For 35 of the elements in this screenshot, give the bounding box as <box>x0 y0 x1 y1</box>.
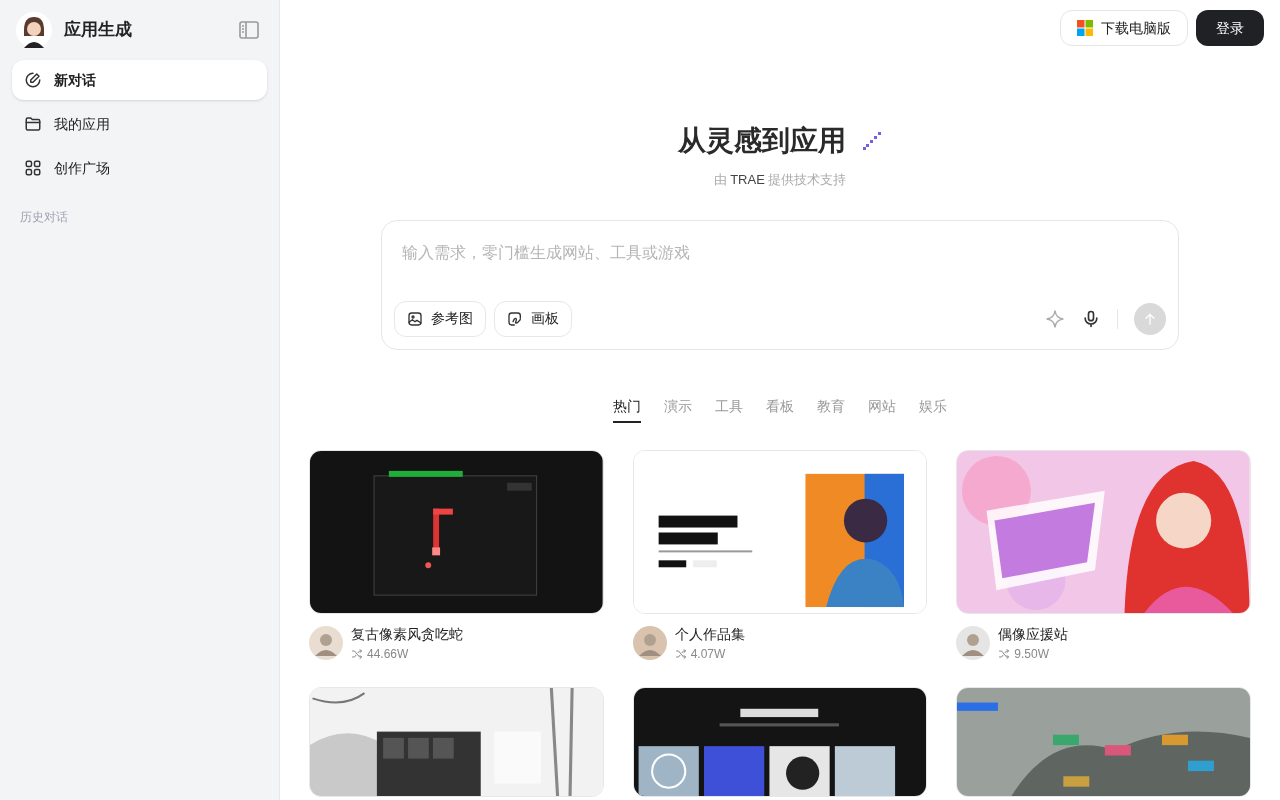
edit-icon <box>24 71 42 89</box>
windows-logo-icon <box>1077 20 1093 36</box>
app-name[interactable]: 偶像应援站 <box>998 623 1069 645</box>
shuffle-icon <box>674 647 687 660</box>
app-title: 应用生成 <box>64 19 132 42</box>
login-button[interactable]: 登录 <box>1196 10 1264 46</box>
sparkle-pixel-icon <box>862 131 882 151</box>
app-name[interactable]: 复古像素风贪吃蛇 <box>351 623 463 645</box>
sidebar-item[interactable]: 创作广场 <box>12 148 267 188</box>
remix-count: 44.66W <box>351 644 463 663</box>
shuffle-icon <box>998 647 1011 660</box>
section-label: 历史对话 <box>19 209 69 226</box>
sparkle-icon[interactable] <box>1045 308 1065 329</box>
hero-title: 从灵感到应用 <box>678 124 846 158</box>
avatar <box>956 626 991 660</box>
attach-button[interactable]: 参考图 <box>394 300 486 337</box>
grid-icon <box>24 159 42 177</box>
avatar <box>309 626 343 660</box>
folder-icon <box>24 115 42 133</box>
drawing-board-icon <box>507 310 523 327</box>
prompt-input[interactable]: 输入需求，零门槛生成网站、工具或游戏 <box>394 232 1166 265</box>
avatar <box>632 626 667 660</box>
sidebar-item[interactable]: 我的应用 <box>12 104 267 144</box>
app-name[interactable]: 个人作品集 <box>674 623 745 645</box>
sidebar-item[interactable]: 新对话 <box>12 60 267 100</box>
remix-count: 4.07W <box>674 644 745 663</box>
attach-button[interactable]: 画板 <box>494 300 572 337</box>
powered-by-text: 由 TRAE 提供技术支持 <box>712 171 848 189</box>
image-icon <box>407 310 423 327</box>
download-button[interactable]: 下载电脑版 <box>1060 10 1188 46</box>
remix-count: 9.50W <box>998 644 1069 663</box>
category-tab[interactable]: 热门 <box>613 395 641 423</box>
microphone-icon[interactable] <box>1081 308 1101 329</box>
shuffle-icon <box>351 647 363 660</box>
avatar <box>16 12 52 48</box>
